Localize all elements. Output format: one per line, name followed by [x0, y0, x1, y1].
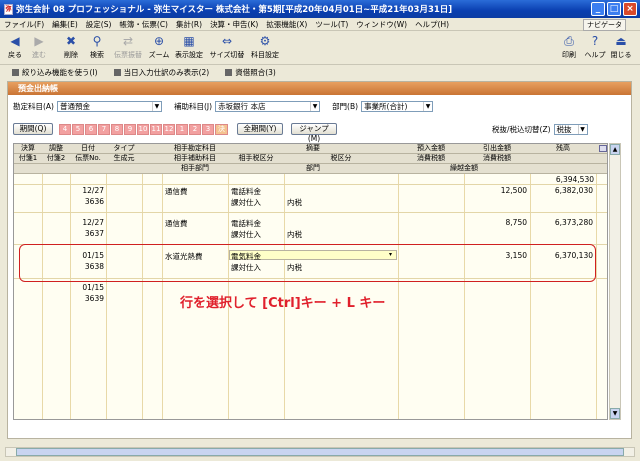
close-button[interactable]: ⏏ 閉じる [608, 34, 634, 60]
minimize-button[interactable]: _ [591, 2, 605, 16]
close-window-button[interactable]: × [623, 2, 637, 16]
account-icon: ⚙ [259, 34, 271, 48]
today-only-option[interactable]: 当日入力仕訳のみ表示(2) [113, 67, 209, 78]
forward-button[interactable]: ▶ 進む [26, 34, 52, 60]
chevron-down-icon: ▼ [423, 102, 432, 111]
menu-bar: ファイル(F) 編集(E) 設定(S) 帳簿・伝票(C) 集計(R) 決算・申告… [0, 18, 640, 31]
month-tab[interactable]: 8 [111, 123, 123, 135]
filter-row: 勘定科目(A) 普通預金 ▼ 補助科目(J) 赤坂銀行 本店 ▼ 部門(B) 事業所… [13, 101, 434, 112]
month-tabs: 4 5 6 7 8 9 10 11 12 1 2 3 決 [59, 123, 229, 135]
vertical-scrollbar[interactable]: ▲ ▼ [609, 143, 621, 420]
menu-file[interactable]: ファイル(F) [4, 19, 44, 30]
jump-button[interactable]: ジャンプ(M) [291, 123, 337, 143]
back-button[interactable]: ◀ 戻る [2, 34, 28, 60]
panel-title: 預金出納帳 [8, 82, 631, 95]
month-tab[interactable]: 9 [124, 123, 136, 135]
window-titlebar: 弥 弥生会計 08 プロフェッショナル - 弥生マイスター 株式会社・第5期[平… [0, 0, 640, 18]
zoom-button[interactable]: ⊕ ズーム [146, 34, 172, 60]
account-label: 勘定科目(A) [13, 102, 54, 111]
menu-summary[interactable]: 集計(R) [176, 19, 202, 30]
toolbar: ◀ 戻る ▶ 進む ✖ 削除 ⚲ 検索 ⇄ 伝票振替 ⊕ ズーム ▦ 表示設定 ⇔ サイズ切替 … [0, 32, 640, 65]
period-button[interactable]: 期間(Q) [13, 123, 53, 135]
display-icon: ▦ [183, 34, 195, 48]
menu-books[interactable]: 帳簿・伝票(C) [119, 19, 168, 30]
transfer-icon: ⇄ [122, 34, 134, 48]
sub-account-select[interactable]: 赤坂銀行 本店 ▼ [215, 101, 321, 112]
chevron-down-icon: ▼ [151, 102, 161, 111]
department-select[interactable]: 事業所(合計) ▼ [361, 101, 434, 112]
period-row: 期間(Q) 4 5 6 7 8 9 10 11 12 1 2 3 決 全期間(Y… [13, 123, 588, 143]
scroll-thumb[interactable] [16, 448, 624, 456]
month-tab[interactable]: 3 [202, 123, 214, 135]
maximize-button[interactable]: □ [607, 2, 621, 16]
delete-button[interactable]: ✖ 削除 [58, 34, 84, 60]
month-tab[interactable]: 5 [72, 123, 84, 135]
help-icon: ? [591, 34, 599, 48]
app-icon: 弥 [4, 3, 13, 15]
horizontal-scrollbar[interactable] [5, 447, 635, 457]
menu-help[interactable]: ヘルプ(H) [415, 19, 449, 30]
sub-account-label: 補助科目(J) [173, 102, 213, 111]
search-icon: ⚲ [92, 34, 102, 48]
filter-icon [12, 69, 19, 76]
filter-option[interactable]: 絞り込み機能を使う(I) [12, 67, 98, 78]
display-settings-button[interactable]: ▦ 表示設定 [172, 34, 206, 60]
menu-edit[interactable]: 編集(E) [52, 19, 78, 30]
navigator-button[interactable]: ナビゲータ [583, 19, 626, 31]
door-icon: ⏏ [615, 34, 627, 48]
month-tab-closing[interactable]: 決 [215, 123, 228, 135]
carry-amount: 6,394,530 [555, 175, 594, 184]
annotation-text: 行を選択して [Ctrl]キー + L キー [180, 296, 386, 311]
department-label: 部門(B) [332, 102, 359, 111]
month-tab[interactable]: 12 [163, 123, 175, 135]
menu-extensions[interactable]: 拡張機能(X) [266, 19, 307, 30]
window-title: 弥生会計 08 プロフェッショナル - 弥生マイスター 株式会社・第5期[平成2… [16, 5, 453, 15]
chevron-down-icon: ▼ [577, 124, 587, 134]
forward-arrow-icon: ▶ [34, 34, 44, 48]
header-row-3: 相手部門 部門 繰越金額 [14, 164, 607, 174]
size-toggle-button[interactable]: ⇔ サイズ切替 [208, 34, 246, 60]
month-tab[interactable]: 6 [85, 123, 97, 135]
menu-closing[interactable]: 決算・申告(K) [210, 19, 258, 30]
quick-options: 絞り込み機能を使う(I) 当日入力仕訳のみ表示(2) 資借照合(3) [0, 66, 640, 79]
print-button[interactable]: ⎙ 印刷 [556, 34, 582, 60]
check-icon [225, 69, 233, 76]
trash-icon: ✖ [65, 34, 77, 48]
printer-icon: ⎙ [564, 34, 574, 48]
transfer-button[interactable]: ⇄ 伝票振替 [112, 34, 144, 60]
scroll-up-icon[interactable]: ▲ [610, 144, 620, 155]
account-select[interactable]: 普通預金 ▼ [56, 101, 162, 112]
size-icon: ⇔ [221, 34, 233, 48]
selected-row-highlight [19, 244, 596, 282]
header-row-2: 付箋1 付箋2 伝票No. 生成元 相手補助科目 相手税区分 税区分 消費税額 … [14, 154, 607, 164]
month-tab[interactable]: 7 [98, 123, 110, 135]
help-button[interactable]: ? ヘルプ [582, 34, 608, 60]
month-tab[interactable]: 11 [150, 123, 162, 135]
menu-settings[interactable]: 設定(S) [86, 19, 112, 30]
header-row-1: 決算 調整 日付 タイプ 相手勘定科目 摘要 預入金額 引出金額 残高 [14, 144, 607, 154]
account-settings-button[interactable]: ⚙ 科目設定 [248, 34, 282, 60]
tax-toggle-select[interactable]: 税抜 ▼ [553, 123, 588, 135]
calendar-icon [113, 69, 121, 76]
month-tab[interactable]: 10 [137, 123, 149, 135]
balance-check-option[interactable]: 資借照合(3) [225, 67, 276, 78]
month-tab[interactable]: 4 [59, 123, 71, 135]
month-tab[interactable]: 1 [176, 123, 188, 135]
search-button[interactable]: ⚲ 検索 [84, 34, 110, 60]
scroll-down-icon[interactable]: ▼ [610, 408, 620, 419]
zoom-icon: ⊕ [153, 34, 165, 48]
all-period-button[interactable]: 全期間(Y) [237, 123, 283, 135]
chevron-down-icon: ▼ [310, 102, 319, 111]
tax-toggle-label: 税抜/税込切替(Z) [492, 124, 551, 134]
menu-tools[interactable]: ツール(T) [315, 19, 348, 30]
month-tab[interactable]: 2 [189, 123, 201, 135]
menu-window[interactable]: ウィンドウ(W) [356, 19, 407, 30]
column-settings-icon[interactable] [599, 145, 607, 152]
back-arrow-icon: ◀ [10, 34, 20, 48]
